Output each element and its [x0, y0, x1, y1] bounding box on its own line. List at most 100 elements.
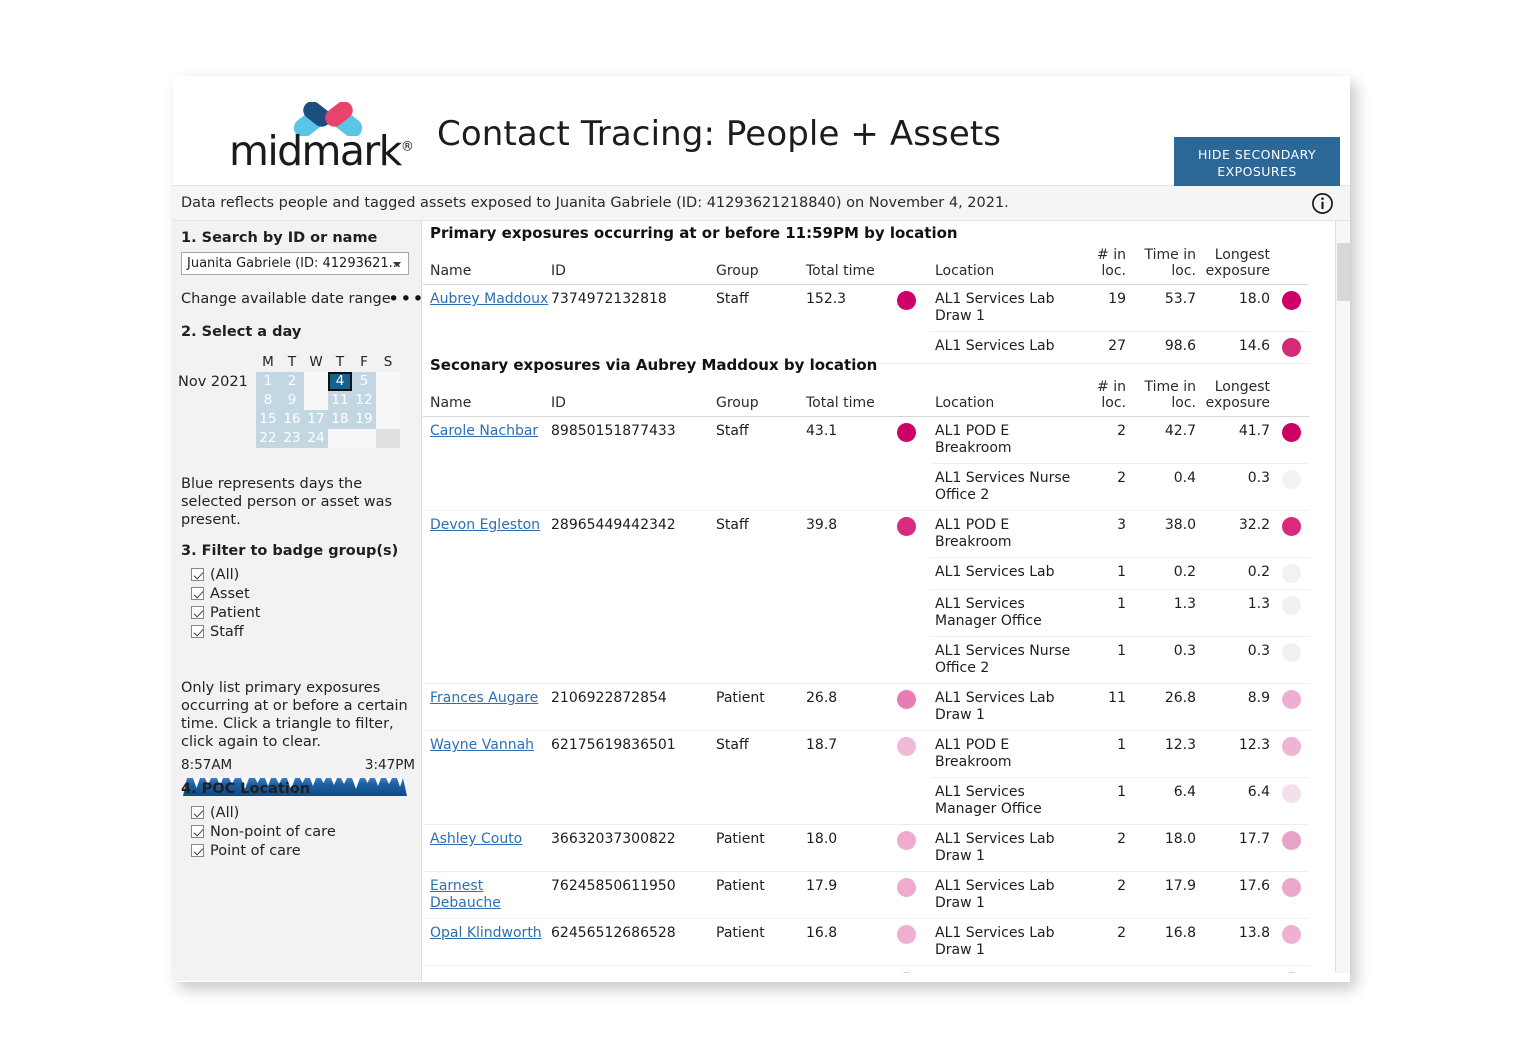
calendar-day-3[interactable]: 3: [304, 372, 328, 391]
info-icon[interactable]: [1311, 192, 1334, 215]
table-row: Wayne Vannah62175619836501Staff18.7AL1 P…: [423, 731, 1309, 778]
checkbox-icon[interactable]: [191, 606, 204, 619]
hide-secondary-exposures-button[interactable]: HIDE SECONDARY EXPOSURES: [1174, 137, 1340, 188]
person-total-time-cell: 152.3: [806, 285, 889, 364]
calendar-day-12[interactable]: 12: [352, 391, 376, 410]
calendar-day-24[interactable]: 24: [304, 429, 328, 448]
calendar-day-5[interactable]: 5: [352, 372, 376, 391]
person-name-link[interactable]: Aubrey Maddoux: [430, 291, 548, 307]
screenshot-root: midmark® Contact Tracing: People + Asset…: [0, 0, 1521, 1056]
th-group[interactable]: Group: [716, 247, 806, 285]
th-time-in-loc[interactable]: Time in loc.: [1136, 247, 1204, 285]
location-cell: AL1 POD E Breakroom: [931, 511, 1081, 558]
info-banner: Data reflects people and tagged assets e…: [173, 186, 1350, 221]
person-group-cell: Patient: [716, 825, 806, 872]
calendar-day-2[interactable]: 2: [280, 372, 304, 391]
calendar-day-10[interactable]: 10: [304, 391, 328, 410]
calendar-day-19[interactable]: 19: [352, 410, 376, 429]
th-total-time[interactable]: Total time: [806, 379, 889, 417]
calendar-day-20[interactable]: 20: [376, 410, 400, 429]
th-total-time[interactable]: Total time: [806, 247, 889, 285]
main-vertical-scrollbar[interactable]: [1335, 221, 1350, 981]
calendar-day-17[interactable]: 17: [304, 410, 328, 429]
longest-exposure-dot-cell: [1276, 637, 1309, 684]
person-total-time-dot-cell: [889, 511, 931, 684]
checkbox-icon[interactable]: [191, 587, 204, 600]
calendar-month-label: [178, 410, 256, 429]
search-input[interactable]: Juanita Gabriele (ID: 41293621...: [181, 252, 409, 275]
exposure-intensity-dot: [897, 878, 916, 897]
checkbox-icon[interactable]: [191, 625, 204, 638]
change-date-range-label[interactable]: Change available date range: [181, 290, 391, 308]
th-longest-exposure[interactable]: Longest exposure: [1204, 247, 1276, 285]
badge-group-option-1[interactable]: Asset: [181, 584, 261, 603]
calendar-day-25[interactable]: [328, 429, 352, 448]
longest-exposure-dot-cell: [1276, 825, 1309, 872]
time-in-loc-cell: 18.0: [1136, 825, 1204, 872]
calendar-weekday-3: T: [328, 353, 352, 372]
poc-option-2[interactable]: Point of care: [181, 841, 336, 860]
person-name-link[interactable]: Earnest Debauche: [430, 878, 501, 911]
exposure-intensity-dot: [1282, 925, 1301, 944]
poc-option-1[interactable]: Non-point of care: [181, 822, 336, 841]
person-name-link[interactable]: Wayne Vannah: [430, 737, 534, 753]
person-name-link[interactable]: Ashley Couto: [430, 831, 522, 847]
calendar-day-27[interactable]: [376, 429, 400, 448]
calendar-week-row: 222324: [178, 429, 417, 448]
time-in-loc-cell: 12.3: [1136, 731, 1204, 778]
person-total-time-dot-cell: [889, 825, 931, 872]
person-name-cell: Earnest Debauche: [423, 872, 551, 919]
person-group-cell: Patient: [716, 872, 806, 919]
th-location[interactable]: Location: [931, 379, 1081, 417]
person-name-link[interactable]: Frances Augare: [430, 690, 538, 706]
exposure-intensity-dot: [897, 690, 916, 709]
th-time-in-loc[interactable]: Time in loc.: [1136, 379, 1204, 417]
calendar-day-16[interactable]: 16: [280, 410, 304, 429]
person-id-cell: 62456512686528: [551, 919, 716, 966]
th-longest-exposure[interactable]: Longest exposure: [1204, 379, 1276, 417]
person-name-link[interactable]: Devon Egleston: [430, 517, 540, 533]
checkbox-icon[interactable]: [191, 825, 204, 838]
th-group[interactable]: Group: [716, 379, 806, 417]
more-options-button[interactable]: •••: [388, 294, 425, 304]
calendar-day-1[interactable]: 1: [256, 372, 280, 391]
person-name-link[interactable]: Opal Klindworth: [430, 925, 542, 941]
th-num-in-loc[interactable]: # in loc.: [1081, 247, 1136, 285]
th-id[interactable]: ID: [551, 247, 716, 285]
calendar-day-6[interactable]: 6: [376, 372, 400, 391]
calendar-day-11[interactable]: 11: [328, 391, 352, 410]
calendar-day-8[interactable]: 8: [256, 391, 280, 410]
badge-group-option-0[interactable]: (All): [181, 565, 261, 584]
calendar-day-4[interactable]: 4: [328, 372, 352, 391]
exposure-intensity-dot: [1282, 690, 1301, 709]
body-area: 1. Search by ID or name Juanita Gabriele…: [173, 221, 1350, 981]
th-id[interactable]: ID: [551, 379, 716, 417]
num-in-loc-cell: 1: [1081, 558, 1136, 590]
table-row: Aubrey Maddoux7374972132818Staff152.3AL1…: [423, 285, 1309, 332]
step2-title: 2. Select a day: [181, 324, 301, 340]
th-location[interactable]: Location: [931, 247, 1081, 285]
th-num-in-loc[interactable]: # in loc.: [1081, 379, 1136, 417]
calendar-day-22[interactable]: 22: [256, 429, 280, 448]
calendar-day-18[interactable]: 18: [328, 410, 352, 429]
checkbox-icon[interactable]: [191, 844, 204, 857]
person-name-link[interactable]: Carole Nachbar: [430, 423, 538, 439]
time-in-loc-cell: 98.6: [1136, 332, 1204, 364]
badge-group-option-2[interactable]: Patient: [181, 603, 261, 622]
calendar-day-9[interactable]: 9: [280, 391, 304, 410]
badge-group-option-3[interactable]: Staff: [181, 622, 261, 641]
calendar-day-23[interactable]: 23: [280, 429, 304, 448]
th-name[interactable]: Name: [423, 247, 551, 285]
exposure-intensity-dot: [1282, 596, 1301, 615]
poc-option-0[interactable]: (All): [181, 803, 336, 822]
person-group-cell: Patient: [716, 919, 806, 966]
person-name-cell: Carole Nachbar: [423, 417, 551, 511]
scrollbar-thumb[interactable]: [1337, 243, 1350, 301]
checkbox-icon[interactable]: [191, 568, 204, 581]
calendar-day-26[interactable]: [352, 429, 376, 448]
filters-sidebar: 1. Search by ID or name Juanita Gabriele…: [173, 221, 422, 981]
th-name[interactable]: Name: [423, 379, 551, 417]
checkbox-icon[interactable]: [191, 806, 204, 819]
calendar-day-13[interactable]: 13: [376, 391, 400, 410]
calendar-day-15[interactable]: 15: [256, 410, 280, 429]
